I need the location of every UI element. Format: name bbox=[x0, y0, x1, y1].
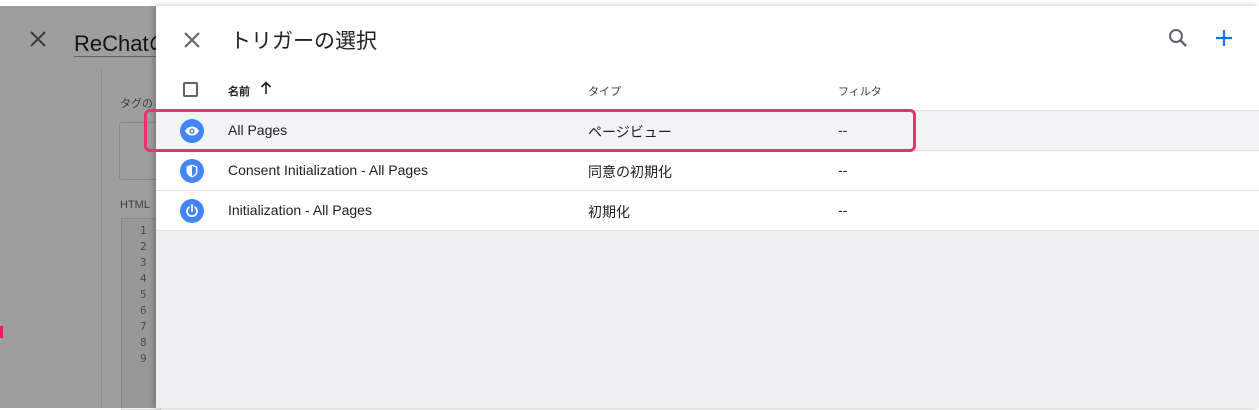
trigger-filter: -- bbox=[838, 162, 848, 178]
table-row[interactable]: Consent Initialization - All Pages 同意の初期… bbox=[156, 151, 1259, 191]
search-icon[interactable] bbox=[1166, 26, 1190, 50]
close-icon[interactable] bbox=[180, 28, 204, 52]
table-row[interactable]: All Pages ページビュー -- bbox=[156, 111, 1259, 151]
dialog-title: トリガーの選択 bbox=[230, 30, 377, 53]
trigger-filter: -- bbox=[838, 122, 848, 138]
shield-icon bbox=[180, 159, 204, 183]
trigger-name: All Pages bbox=[228, 122, 288, 138]
column-header-name[interactable]: 名前 bbox=[228, 83, 250, 99]
eye-icon bbox=[180, 119, 204, 143]
column-header-filter[interactable]: フィルタ bbox=[838, 83, 882, 99]
trigger-select-dialog: トリガーの選択 名前 タイプ フィルタ All Pages ページビュー -- … bbox=[144, 6, 1259, 408]
trigger-type: ページビュー bbox=[588, 124, 672, 140]
table-header: 名前 タイプ フィルタ bbox=[156, 70, 1259, 111]
edge-marker bbox=[0, 326, 3, 338]
trigger-table: 名前 タイプ フィルタ All Pages ページビュー -- Consent … bbox=[156, 70, 1259, 231]
dialog-header: トリガーの選択 bbox=[156, 6, 1259, 70]
trigger-name: Consent Initialization - All Pages bbox=[228, 162, 428, 178]
add-icon[interactable] bbox=[1212, 26, 1236, 50]
trigger-filter: -- bbox=[838, 202, 848, 218]
select-all-checkbox[interactable] bbox=[183, 82, 198, 97]
trigger-name: Initialization - All Pages bbox=[228, 202, 372, 218]
trigger-type: 同意の初期化 bbox=[588, 164, 672, 180]
table-row[interactable]: Initialization - All Pages 初期化 -- bbox=[156, 191, 1259, 231]
column-header-type[interactable]: タイプ bbox=[588, 83, 621, 99]
trigger-type: 初期化 bbox=[588, 204, 630, 220]
sort-ascending-icon[interactable] bbox=[260, 81, 272, 95]
power-icon bbox=[180, 199, 204, 223]
